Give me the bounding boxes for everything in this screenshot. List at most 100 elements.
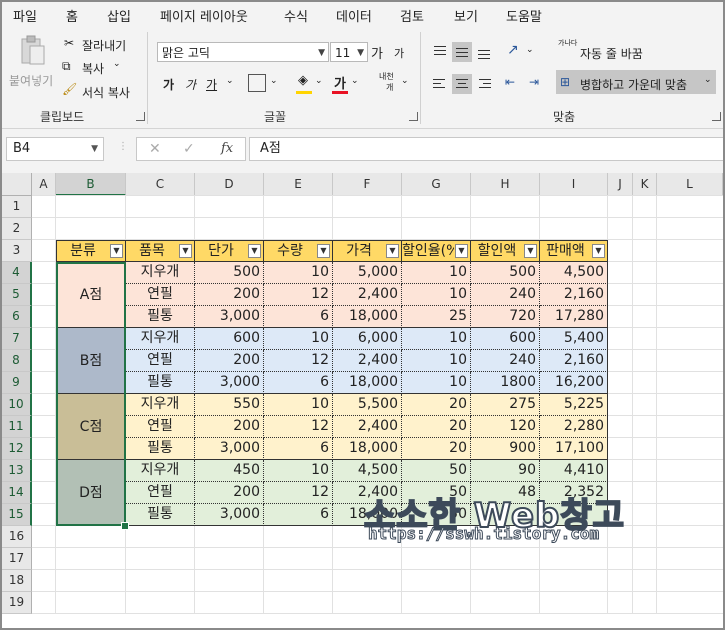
- item-name-cell[interactable]: 필통: [126, 504, 195, 526]
- select-all-corner[interactable]: [2, 173, 32, 196]
- filter-dropdown-icon[interactable]: ▼: [179, 244, 192, 258]
- row-header-5[interactable]: 5: [2, 284, 32, 306]
- value-cell[interactable]: 12: [264, 416, 333, 438]
- value-cell[interactable]: 6: [264, 372, 333, 394]
- value-cell[interactable]: 2,160: [540, 284, 608, 306]
- tab-formulas[interactable]: 수식: [284, 6, 308, 25]
- value-cell[interactable]: 3,000: [195, 372, 264, 394]
- column-header-k[interactable]: K: [633, 173, 657, 196]
- format-painter-icon[interactable]: 🖌: [62, 82, 77, 96]
- value-cell[interactable]: 17,100: [540, 438, 608, 460]
- value-cell[interactable]: 4,410: [540, 460, 608, 482]
- insert-function-icon[interactable]: fx: [221, 141, 233, 156]
- value-cell[interactable]: 500: [195, 262, 264, 284]
- value-cell[interactable]: 12: [264, 482, 333, 504]
- phonetic-guide-top[interactable]: 내천: [379, 71, 394, 82]
- cut-button[interactable]: 잘라내기: [82, 37, 126, 54]
- value-cell[interactable]: 5,225: [540, 394, 608, 416]
- value-cell[interactable]: 600: [471, 328, 540, 350]
- shrink-font-button[interactable]: 가: [394, 45, 404, 61]
- value-cell[interactable]: 5,400: [540, 328, 608, 350]
- value-cell[interactable]: 10: [402, 262, 471, 284]
- value-cell[interactable]: 1800: [471, 372, 540, 394]
- value-cell[interactable]: 20: [402, 438, 471, 460]
- value-cell[interactable]: 2,400: [333, 350, 402, 372]
- cancel-icon[interactable]: ✕: [149, 141, 161, 157]
- row-header-12[interactable]: 12: [2, 438, 32, 460]
- filter-dropdown-icon[interactable]: ▼: [455, 244, 468, 258]
- row-header-8[interactable]: 8: [2, 350, 32, 372]
- row-header-1[interactable]: 1: [2, 196, 32, 218]
- column-header-c[interactable]: C: [126, 173, 195, 196]
- value-cell[interactable]: 200: [195, 416, 264, 438]
- table-header-cell[interactable]: 수량 ▼: [264, 240, 333, 262]
- value-cell[interactable]: 240: [471, 350, 540, 372]
- name-box[interactable]: B4 ▼: [6, 137, 104, 161]
- chevron-down-icon[interactable]: ⌄: [401, 76, 409, 86]
- value-cell[interactable]: 900: [471, 438, 540, 460]
- column-header-e[interactable]: E: [264, 173, 333, 196]
- row-header-6[interactable]: 6: [2, 306, 32, 328]
- tab-view[interactable]: 보기: [454, 6, 478, 25]
- decrease-indent-icon[interactable]: ⇤: [505, 75, 515, 89]
- value-cell[interactable]: 200: [195, 350, 264, 372]
- clipboard-launcher-icon[interactable]: [136, 112, 145, 121]
- item-name-cell[interactable]: 필통: [126, 372, 195, 394]
- item-name-cell[interactable]: 필통: [126, 438, 195, 460]
- filter-dropdown-icon[interactable]: ▼: [386, 244, 399, 258]
- value-cell[interactable]: 17,280: [540, 306, 608, 328]
- value-cell[interactable]: 10: [264, 460, 333, 482]
- value-cell[interactable]: 16,200: [540, 372, 608, 394]
- item-name-cell[interactable]: 연필: [126, 350, 195, 372]
- chevron-down-icon[interactable]: ⌄: [226, 76, 234, 86]
- value-cell[interactable]: 6: [264, 438, 333, 460]
- value-cell[interactable]: 3,000: [195, 306, 264, 328]
- value-cell[interactable]: 6,000: [333, 328, 402, 350]
- value-cell[interactable]: 18,000: [333, 306, 402, 328]
- tab-home[interactable]: 홈: [63, 6, 81, 30]
- table-header-cell[interactable]: 판매액 ▼: [540, 240, 608, 262]
- value-cell[interactable]: 18,000: [333, 438, 402, 460]
- orientation-icon[interactable]: ↗: [507, 42, 519, 58]
- value-cell[interactable]: 2,160: [540, 350, 608, 372]
- wrap-text-button[interactable]: 자동 줄 바꿈: [580, 45, 643, 62]
- value-cell[interactable]: 10: [402, 372, 471, 394]
- confirm-icon[interactable]: ✓: [183, 141, 195, 157]
- row-header-10[interactable]: 10: [2, 394, 32, 416]
- row-header-4[interactable]: 4: [2, 262, 32, 284]
- value-cell[interactable]: 3,000: [195, 438, 264, 460]
- tab-help[interactable]: 도움말: [506, 6, 542, 25]
- table-header-cell[interactable]: 가격 ▼: [333, 240, 402, 262]
- format-painter-button[interactable]: 서식 복사: [82, 84, 130, 101]
- bold-button[interactable]: 가: [163, 76, 174, 93]
- row-header-7[interactable]: 7: [2, 328, 32, 350]
- tab-data[interactable]: 데이터: [336, 6, 372, 25]
- chevron-down-icon[interactable]: ▼: [91, 138, 98, 160]
- font-color-button[interactable]: 가: [334, 73, 346, 92]
- copy-dropdown-icon[interactable]: ⌄: [113, 59, 121, 69]
- row-header-14[interactable]: 14: [2, 482, 32, 504]
- item-name-cell[interactable]: 연필: [126, 416, 195, 438]
- chevron-down-icon[interactable]: ⌄: [351, 76, 359, 86]
- value-cell[interactable]: 2,280: [540, 416, 608, 438]
- filter-dropdown-icon[interactable]: ▼: [248, 244, 261, 258]
- italic-button[interactable]: 가: [185, 76, 196, 93]
- table-header-cell[interactable]: 분류 ▼: [56, 240, 126, 262]
- value-cell[interactable]: 20: [402, 394, 471, 416]
- item-name-cell[interactable]: 지우개: [126, 262, 195, 284]
- value-cell[interactable]: 10: [264, 328, 333, 350]
- value-cell[interactable]: 500: [471, 262, 540, 284]
- merged-store-cell[interactable]: D점: [56, 460, 126, 526]
- item-name-cell[interactable]: 연필: [126, 482, 195, 504]
- column-header-b[interactable]: B: [56, 173, 126, 196]
- row-header-19[interactable]: 19: [2, 592, 32, 614]
- filter-dropdown-icon[interactable]: ▼: [524, 244, 537, 258]
- row-header-9[interactable]: 9: [2, 372, 32, 394]
- tab-file[interactable]: 파일: [13, 6, 37, 25]
- value-cell[interactable]: 10: [264, 262, 333, 284]
- value-cell[interactable]: 3,000: [195, 504, 264, 526]
- item-name-cell[interactable]: 지우개: [126, 394, 195, 416]
- copy-button[interactable]: 복사: [82, 60, 104, 77]
- fill-handle[interactable]: [121, 522, 129, 530]
- align-bottom-icon[interactable]: [474, 42, 494, 62]
